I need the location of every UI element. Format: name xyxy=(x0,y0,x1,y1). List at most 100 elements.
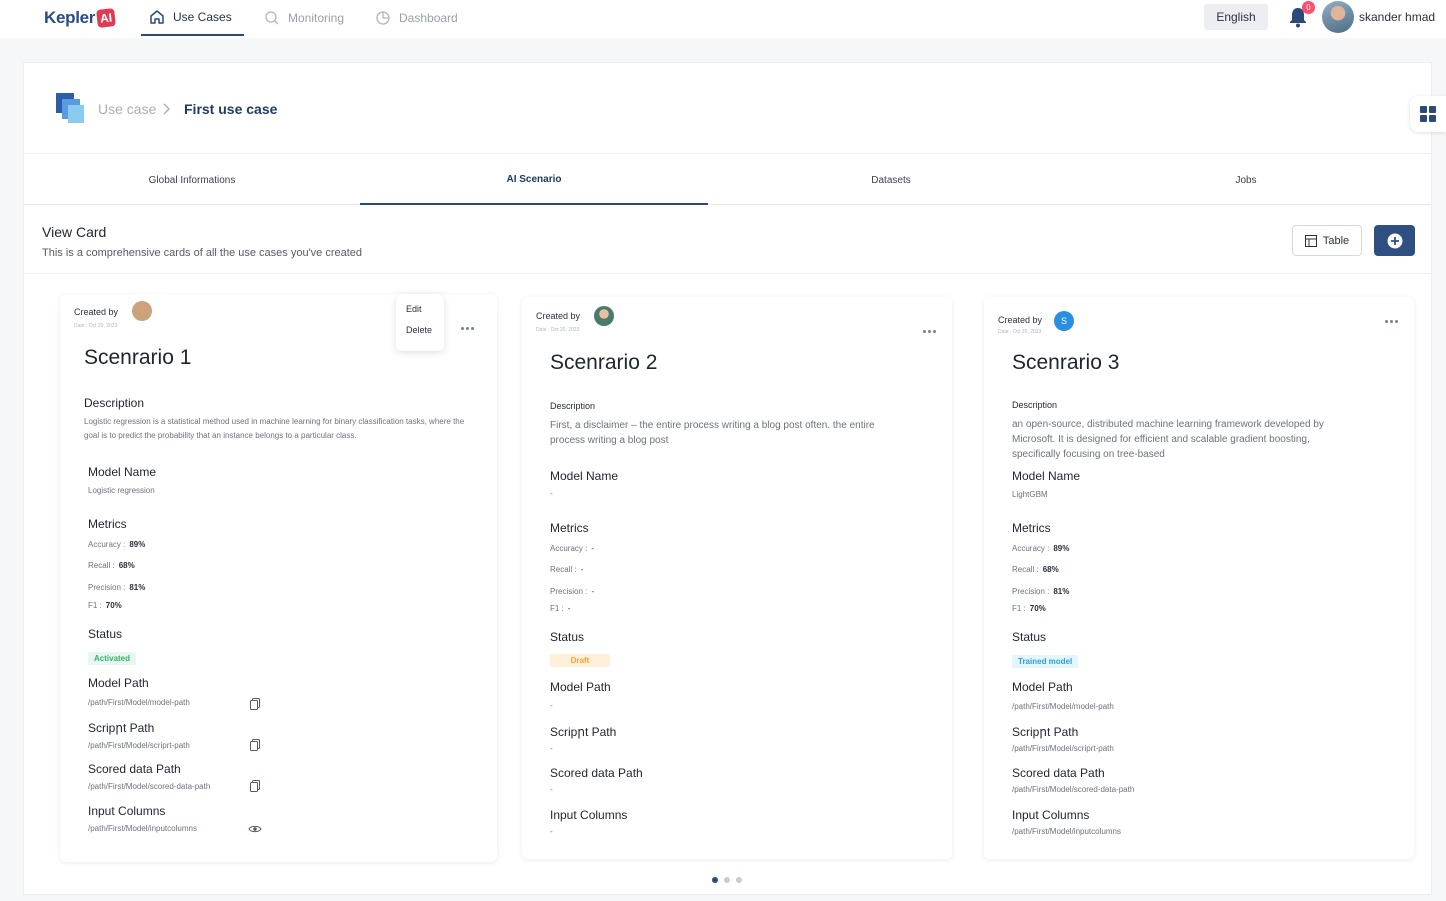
metric-recall: Recall :68% xyxy=(88,561,135,570)
created-by-label: Created by xyxy=(74,307,119,317)
notification-badge: 0 xyxy=(1302,1,1315,14)
metric-precision: Precision :81% xyxy=(88,583,146,592)
page-dot-1[interactable] xyxy=(712,877,718,883)
user-name[interactable]: skander hmad xyxy=(1359,10,1435,24)
top-navbar: Kepler AI Use Cases Monitoring Dashboard… xyxy=(0,0,1446,38)
description-text: an open-source, distributed machine lear… xyxy=(1012,419,1324,460)
description-label: Description xyxy=(84,396,145,410)
metric-recall: Recall :68% xyxy=(1012,565,1059,574)
breadcrumb-root[interactable]: Use case xyxy=(98,101,156,117)
description-text: Logistic regression is a statistical met… xyxy=(84,417,465,440)
metric-precision: Precision :81% xyxy=(1012,587,1070,596)
tab-ai-scenario[interactable]: AI Scenario xyxy=(360,155,708,205)
description-text: First, a disclaimer – the entire process… xyxy=(550,420,875,446)
model-path-value: - xyxy=(550,701,553,710)
input-columns-value: /path/First/Model/inputcolumns xyxy=(1012,827,1121,836)
metrics-label: Metrics xyxy=(88,517,127,531)
pie-chart-icon xyxy=(376,11,390,25)
model-name-value: LightGBM xyxy=(1012,490,1048,499)
status-label: Status xyxy=(1012,630,1047,644)
script-path-value: /path/First/Model/scriprt-path xyxy=(1012,744,1114,753)
tab-global-informations[interactable]: Global Informations xyxy=(24,155,360,205)
metric-recall: Recall :- xyxy=(550,565,584,574)
page-dot-2[interactable] xyxy=(724,877,730,883)
scored-path-label: Scored data Path xyxy=(550,766,643,780)
home-icon xyxy=(150,10,164,24)
page-header: Use case First use case xyxy=(24,63,1431,154)
metric-accuracy: Accuracy :89% xyxy=(88,540,146,549)
nav-dashboard[interactable]: Dashboard xyxy=(375,0,458,36)
tab-datasets[interactable]: Datasets xyxy=(708,155,1074,205)
user-avatar[interactable] xyxy=(1322,1,1354,33)
input-columns-label: Input Columns xyxy=(550,808,628,822)
kepler-logo[interactable]: Kepler AI xyxy=(44,6,117,30)
card-view-toggle[interactable] xyxy=(1410,96,1446,132)
card-context-menu: Edit Delete xyxy=(396,294,444,351)
divider xyxy=(24,273,1431,274)
scenario-title: Scenrario 2 xyxy=(550,351,658,374)
metric-accuracy: Accuracy :- xyxy=(550,544,595,553)
search-icon xyxy=(265,11,279,25)
metrics-label: Metrics xyxy=(1012,521,1051,535)
model-name-value: - xyxy=(550,489,553,498)
breadcrumb-current: First use case xyxy=(184,101,278,117)
script-path-value: - xyxy=(550,744,553,753)
model-path-label: Model Path xyxy=(1012,680,1073,694)
language-selector[interactable]: English xyxy=(1204,4,1268,30)
description-label: Description xyxy=(1012,400,1058,410)
scored-path-label: Scored data Path xyxy=(88,762,181,776)
scored-path-value: /path/First/Model/scored-data-path xyxy=(88,782,211,791)
model-path-value: /path/First/Model/model-path xyxy=(88,698,190,707)
menu-delete[interactable]: Delete xyxy=(406,325,432,335)
status-label: Status xyxy=(88,627,123,641)
creator-avatar: S xyxy=(1054,311,1074,331)
section-title: View Card xyxy=(42,224,107,240)
model-name-label: Model Name xyxy=(550,469,619,483)
creator-avatar xyxy=(132,301,152,321)
scenario-card-3[interactable]: Created by S Date : Oct 20, 2023 Scenrar… xyxy=(984,297,1414,859)
copy-icon[interactable] xyxy=(250,780,260,792)
model-name-label: Model Name xyxy=(88,465,157,479)
more-options-icon[interactable] xyxy=(923,330,936,333)
tab-jobs[interactable]: Jobs xyxy=(1074,155,1418,205)
creator-avatar xyxy=(594,306,614,326)
scenario-title: Scenrario 3 xyxy=(1012,351,1120,374)
status-badge: Trained model xyxy=(1012,655,1079,668)
scored-path-value: - xyxy=(550,785,553,794)
created-date: Date : Oct 20, 2023 xyxy=(74,323,118,329)
tab-bar: Global Informations AI Scenario Datasets… xyxy=(24,155,1431,205)
created-date: Date : Oct 20, 2023 xyxy=(998,329,1042,335)
status-badge: Draft xyxy=(550,654,610,667)
more-options-icon[interactable] xyxy=(461,327,474,330)
nav-use-cases[interactable]: Use Cases xyxy=(141,0,244,36)
grid-icon xyxy=(1420,106,1436,122)
script-path-label: Scripրt Path xyxy=(1012,725,1079,739)
metric-precision: Precision :- xyxy=(550,587,595,596)
chevron-right-icon xyxy=(163,103,170,115)
status-label: Status xyxy=(550,630,585,644)
more-options-icon[interactable] xyxy=(1385,320,1398,323)
created-by-label: Created by xyxy=(536,311,581,321)
input-columns-value: /path/First/Model/inputcolumns xyxy=(88,824,197,833)
page-dot-3[interactable] xyxy=(736,877,742,883)
copy-icon[interactable] xyxy=(250,698,260,710)
menu-edit[interactable]: Edit xyxy=(406,304,422,314)
created-by-label: Created by xyxy=(998,315,1043,325)
metrics-label: Metrics xyxy=(550,521,589,535)
eye-icon[interactable] xyxy=(248,824,262,834)
scenario-card-1[interactable]: Created by Date : Oct 20, 2023 Edit Dele… xyxy=(60,294,497,862)
script-path-label: Scripրt Path xyxy=(88,721,155,735)
metric-f1: F1 :70% xyxy=(88,601,122,610)
plus-circle-icon xyxy=(1387,233,1402,248)
carousel-pagination xyxy=(712,877,742,883)
add-scenario-button[interactable] xyxy=(1374,225,1415,256)
table-view-button[interactable]: Table xyxy=(1292,225,1362,256)
scenario-card-2[interactable]: Created by Date : Oct 20, 2023 Scenrario… xyxy=(522,297,952,859)
copy-icon[interactable] xyxy=(250,739,260,751)
use-case-icon xyxy=(56,93,84,123)
model-path-label: Model Path xyxy=(88,676,149,690)
input-columns-label: Input Columns xyxy=(88,804,166,818)
section-subtitle: This is a comprehensive cards of all the… xyxy=(42,247,363,259)
script-path-label: Scripրt Path xyxy=(550,725,617,739)
nav-monitoring[interactable]: Monitoring xyxy=(264,0,344,36)
